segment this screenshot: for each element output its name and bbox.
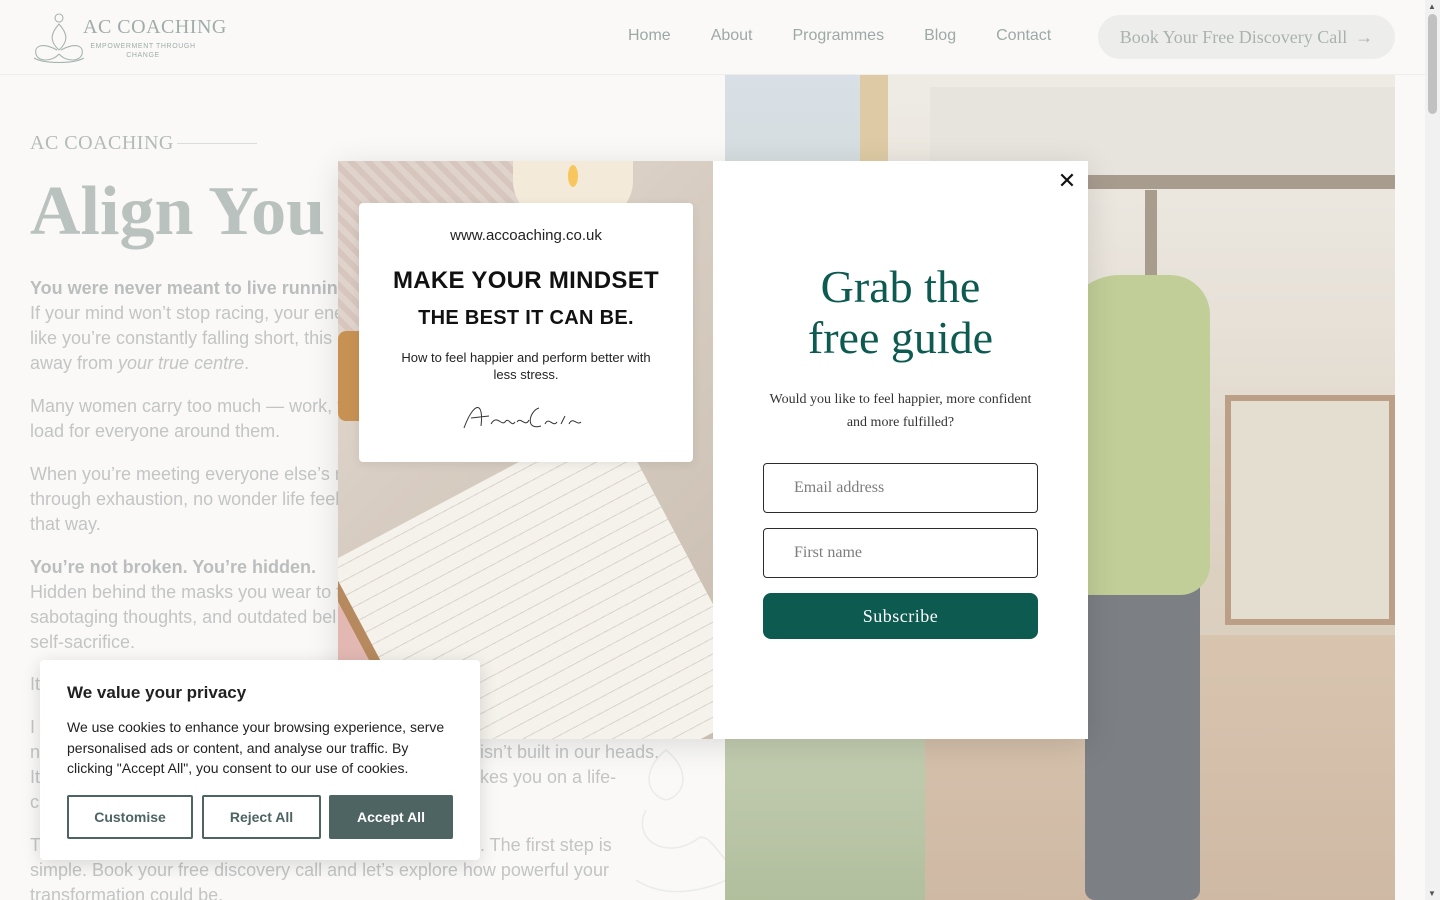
text-line: self-sacrifice.	[30, 632, 136, 652]
eyebrow-divider	[177, 143, 257, 144]
customise-button[interactable]: Customise	[67, 795, 193, 839]
close-icon[interactable]: ✕	[1056, 169, 1078, 193]
signature	[463, 407, 582, 429]
text-line: that way.	[30, 514, 101, 534]
text-line: simple. Book your free discovery call an…	[30, 860, 609, 880]
paragraph-bold: You were never meant to live running o	[30, 278, 365, 298]
text-line: c	[30, 792, 39, 812]
main-nav: Home About Programmes Blog Contact	[628, 27, 1051, 45]
window	[1225, 395, 1395, 625]
text-line: n	[30, 742, 41, 762]
text-line: . The first step is	[480, 835, 612, 855]
text-line: sabotaging thoughts, and outdated bel	[30, 607, 337, 627]
page-scrollbar[interactable]: ▲ ▼	[1425, 0, 1440, 900]
logo[interactable]: AC COACHING EMPOWERMENT THROUGH CHANGE	[30, 10, 226, 65]
nav-programmes[interactable]: Programmes	[793, 27, 885, 45]
nav-contact[interactable]: Contact	[996, 27, 1051, 45]
cookie-text: We use cookies to enhance your browsing …	[67, 719, 445, 776]
cta-label: Book Your Free Discovery Call	[1119, 26, 1348, 47]
candle-flame	[568, 165, 578, 187]
nav-home[interactable]: Home	[628, 27, 671, 45]
accept-all-button[interactable]: Accept All	[329, 795, 453, 839]
card-heading: MAKE YOUR MINDSET	[392, 267, 659, 294]
cookie-consent-banner: We value your privacy We use cookies to …	[40, 660, 480, 860]
guide-card: www.accoaching.co.uk MAKE YOUR MINDSET T…	[359, 203, 693, 462]
card-subtitle: How to feel happier and perform better w…	[401, 350, 651, 382]
person-trousers	[1085, 575, 1200, 900]
paragraph-bold: You’re not broken. You’re hidden.	[30, 557, 317, 577]
scroll-up-icon[interactable]: ▲	[1428, 2, 1436, 11]
text-line: transformation could be.	[30, 885, 224, 900]
card-heading: THE BEST IT CAN BE.	[418, 307, 634, 329]
text-line: kes you on a life-	[480, 767, 617, 787]
text-line: Many women carry too much — work, f	[30, 396, 343, 416]
site-header: AC COACHING EMPOWERMENT THROUGH CHANGE H…	[0, 0, 1425, 75]
decorative-lotus-icon	[636, 749, 726, 893]
text-line: away from	[30, 353, 119, 373]
subscribe-button[interactable]: Subscribe	[763, 593, 1038, 639]
nav-about[interactable]: About	[711, 27, 753, 45]
text-line: Hidden behind the masks you wear to f	[30, 582, 342, 602]
popup-subtitle: Would you like to feel happier, more con…	[769, 392, 1032, 430]
book-discovery-call-button[interactable]: Book Your Free Discovery Call →	[1098, 15, 1395, 59]
hero-eyebrow: AC COACHING	[30, 132, 174, 154]
email-field[interactable]	[763, 463, 1038, 513]
text-line: If your mind won’t stop racing, your ene	[30, 303, 345, 323]
arrow-right-icon: →	[1355, 26, 1374, 47]
garden-view	[725, 725, 925, 900]
text-line: isn’t built in our heads.	[480, 742, 660, 762]
scrollbar-thumb[interactable]	[1428, 14, 1437, 114]
card-url: www.accoaching.co.uk	[450, 227, 602, 244]
reject-all-button[interactable]: Reject All	[202, 795, 321, 839]
text-line: through exhaustion, no wonder life feel	[30, 489, 340, 509]
popup-form-panel: ✕ Grab the free guide Would you like to …	[713, 161, 1088, 739]
first-name-field[interactable]	[763, 528, 1038, 578]
text-line: When you’re meeting everyone else’s ne	[30, 464, 355, 484]
cookie-title: We value your privacy	[67, 683, 247, 702]
hero-title: Align You	[30, 173, 326, 250]
guide-cover-image: www.accoaching.co.uk MAKE YOUR MINDSET T…	[338, 161, 713, 739]
text-line: I	[30, 717, 36, 737]
text-line: .	[244, 353, 250, 373]
logo-title: AC COACHING	[83, 16, 227, 38]
lotus-logo-icon	[33, 13, 85, 64]
popup-title-line: free guide	[807, 312, 994, 363]
text-line: It	[30, 767, 41, 787]
scroll-down-icon[interactable]: ▼	[1428, 889, 1436, 898]
popup-title-line: Grab the	[820, 261, 981, 312]
newsletter-popup: www.accoaching.co.uk MAKE YOUR MINDSET T…	[338, 161, 1088, 739]
nav-blog[interactable]: Blog	[924, 27, 956, 45]
text-line: like you’re constantly falling short, th…	[30, 328, 333, 348]
logo-tagline: EMPOWERMENT THROUGH CHANGE	[90, 43, 196, 59]
text-line: It	[30, 674, 41, 694]
popup-title: Grab the free guide	[713, 261, 1088, 363]
emphasis-text: your true centre	[118, 353, 245, 373]
text-line: load for everyone around them.	[30, 421, 281, 441]
